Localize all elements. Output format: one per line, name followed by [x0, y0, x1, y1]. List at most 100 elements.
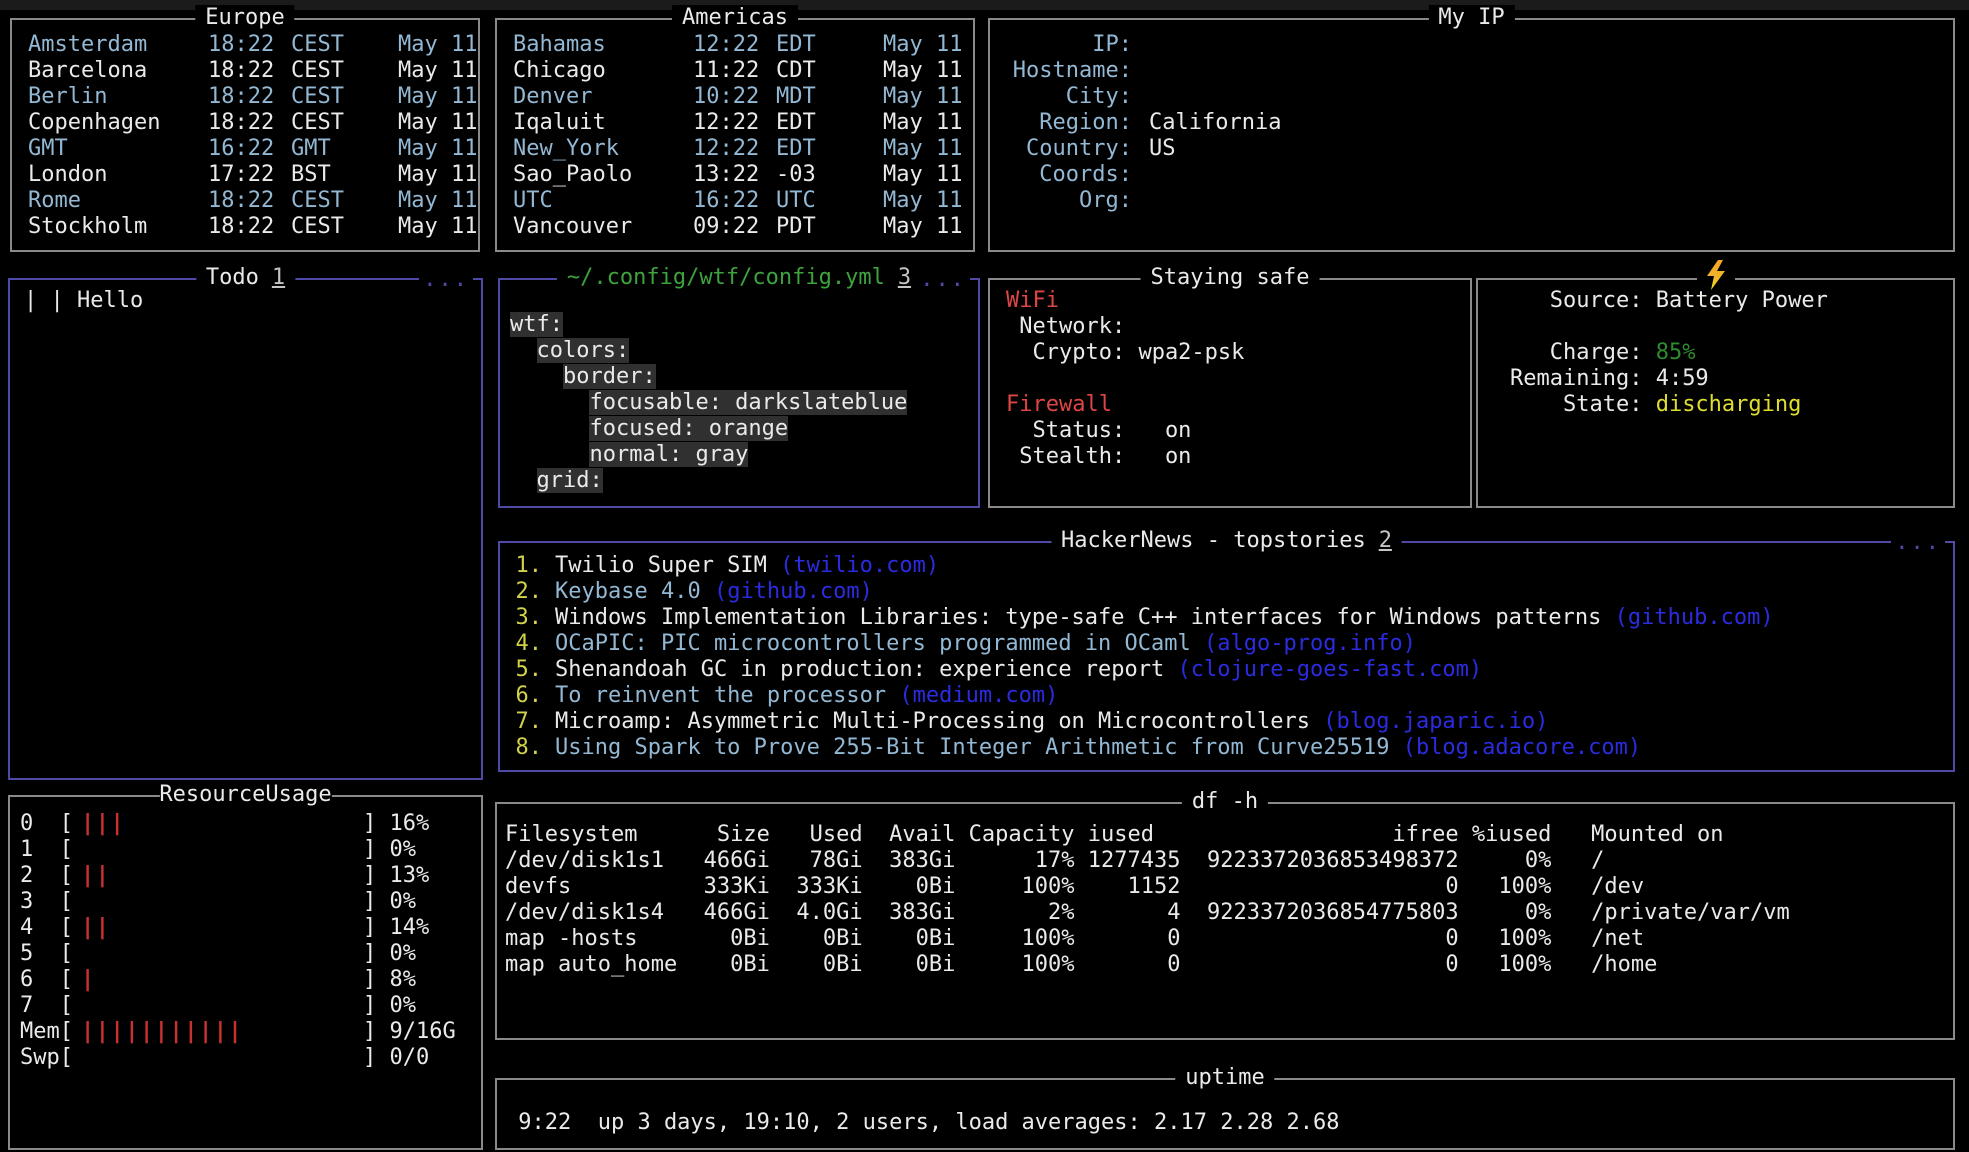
- meter-label: 7 [: [20, 993, 73, 1018]
- story-domain[interactable]: (clojure-goes-fast.com): [1164, 657, 1482, 682]
- config-line: grid:: [510, 468, 978, 494]
- story-domain[interactable]: (twilio.com): [767, 553, 939, 578]
- clock-row: Chicago11:22CDTMay 11: [513, 58, 973, 84]
- story-row[interactable]: 4.OCaPIC: PIC microcontrollers programme…: [514, 631, 1953, 657]
- df-row: map -hosts 0Bi 0Bi 0Bi 100% 0 0 100% /ne…: [505, 926, 1953, 952]
- time-value: 18:22: [208, 110, 291, 136]
- city-label: Barcelona: [28, 58, 208, 84]
- panel-hackernews[interactable]: HackerNews - topstories2 ... 1.Twilio Su…: [498, 541, 1955, 772]
- story-rank: 2.: [514, 579, 542, 605]
- story-row[interactable]: 3.Windows Implementation Libraries: type…: [514, 605, 1953, 631]
- timezone-label: -03: [776, 162, 883, 188]
- story-row[interactable]: 5.Shenandoah GC in production: experienc…: [514, 657, 1953, 683]
- story-title: Windows Implementation Libraries: type-s…: [555, 605, 1601, 630]
- story-domain[interactable]: (algo-prog.info): [1191, 631, 1416, 656]
- field-label: Remaining:: [1510, 366, 1642, 391]
- clock-row: Rome18:22CESTMay 11: [28, 188, 478, 214]
- panel-europe: Europe Amsterdam18:22CESTMay 11 Barcelon…: [10, 18, 480, 252]
- date-value: May 11: [398, 188, 477, 214]
- story-row[interactable]: 1.Twilio Super SIM (twilio.com): [514, 553, 1953, 579]
- security-line: Network:: [1006, 314, 1470, 340]
- time-value: 17:22: [208, 162, 291, 188]
- clock-row: Barcelona18:22CESTMay 11: [28, 58, 478, 84]
- cpu-meter-row: 7 [] 0%: [20, 993, 481, 1019]
- europe-clock-list: Amsterdam18:22CESTMay 11 Barcelona18:22C…: [12, 20, 478, 240]
- hackernews-title: HackerNews - topstories: [1061, 528, 1366, 553]
- clock-row: New_York12:22EDTMay 11: [513, 136, 973, 162]
- config-line: focusable: darkslateblue: [510, 390, 978, 416]
- meter-value: ] 8%: [363, 967, 416, 992]
- story-domain[interactable]: (github.com): [1601, 605, 1773, 630]
- date-value: May 11: [398, 84, 477, 110]
- timezone-label: CEST: [291, 84, 398, 110]
- field-value: discharging: [1642, 392, 1801, 417]
- date-value: May 11: [398, 214, 477, 240]
- meter-bars: |||: [73, 811, 363, 837]
- story-title: Using Spark to Prove 255-Bit Integer Ari…: [555, 735, 1389, 760]
- security-line: Status: on: [1006, 418, 1470, 444]
- panel-disk-usage: df -h Filesystem Size Used Avail Capacit…: [495, 802, 1955, 1040]
- story-row[interactable]: 8. Using Spark to Prove 255-Bit Integer A…: [514, 735, 1953, 761]
- meter-label: Mem[: [20, 1019, 73, 1044]
- field-label: City:: [1010, 84, 1132, 110]
- todo-item[interactable]: | | Hello: [24, 288, 481, 314]
- timezone-label: CEST: [291, 188, 398, 214]
- security-line: Stealth: on: [1006, 444, 1470, 470]
- cpu-meter-row: 3 [] 0%: [20, 889, 481, 915]
- date-value: May 11: [398, 110, 477, 136]
- cpu-meter-row: 6 [|] 8%: [20, 967, 481, 993]
- field-label: Hostname:: [1010, 58, 1132, 84]
- meter-value: ] 14%: [363, 915, 429, 940]
- panel-title: Americas: [672, 5, 798, 31]
- indent: [510, 442, 589, 467]
- meter-bars: ||: [73, 863, 363, 889]
- cpu-meter-row: 4 [||] 14%: [20, 915, 481, 941]
- date-value: May 11: [883, 58, 962, 84]
- yaml-text: colors:: [537, 338, 630, 363]
- meter-value: ] 16%: [363, 811, 429, 836]
- panel-title: uptime: [1175, 1065, 1274, 1091]
- timezone-label: CEST: [291, 214, 398, 240]
- ip-field-row: Coords:: [1010, 162, 1953, 188]
- uptime-title: uptime: [1185, 1065, 1264, 1090]
- story-row[interactable]: 7.Microamp: Asymmetric Multi-Processing …: [514, 709, 1953, 735]
- meter-bars: ||: [73, 915, 363, 941]
- story-domain[interactable]: (blog.japaric.io): [1310, 709, 1548, 734]
- clock-row: Stockholm18:22CESTMay 11: [28, 214, 478, 240]
- story-domain[interactable]: (medium.com): [886, 683, 1058, 708]
- config-line: normal: gray: [510, 442, 978, 468]
- staying-safe-title: Staying safe: [1151, 265, 1310, 290]
- timezone-label: EDT: [776, 110, 883, 136]
- more-indicator: ...: [916, 267, 970, 293]
- battery-row: Source: Battery Power: [1510, 288, 1953, 314]
- story-rank: 8.: [514, 735, 542, 761]
- cpu-meter-row: 5 [] 0%: [20, 941, 481, 967]
- city-label: Vancouver: [513, 214, 693, 240]
- security-line: Firewall: [1006, 392, 1470, 418]
- config-line: wtf:: [510, 312, 978, 338]
- meter-label: 4 [: [20, 915, 73, 940]
- battery-row: [1510, 314, 1953, 340]
- date-value: May 11: [398, 162, 477, 188]
- panel-config-file[interactable]: ~/.config/wtf/config.yml3 ... wtf: color…: [498, 278, 980, 508]
- meter-label: Swp[: [20, 1045, 73, 1070]
- yaml-text: normal: gray: [589, 442, 748, 467]
- panel-todo[interactable]: Todo1 ... | | Hello: [8, 278, 483, 780]
- story-row[interactable]: 6.To reinvent the processor (medium.com): [514, 683, 1953, 709]
- meter-value: ] 0%: [363, 889, 416, 914]
- story-row[interactable]: 2.Keybase 4.0 (github.com): [514, 579, 1953, 605]
- uptime-line: 9:22 up 3 days, 19:10, 2 users, load ave…: [505, 1110, 1953, 1136]
- story-domain[interactable]: (github.com): [701, 579, 873, 604]
- todo-title: Todo: [206, 265, 259, 290]
- city-label: London: [28, 162, 208, 188]
- time-value: 13:22: [693, 162, 776, 188]
- panel-uptime: uptime 9:22 up 3 days, 19:10, 2 users, l…: [495, 1078, 1955, 1150]
- field-value: California: [1149, 110, 1281, 135]
- resource-meters: 0 [|||] 16% 1 [] 0% 2 [||] 13% 3 [] 0% 4…: [10, 797, 481, 1071]
- panel-resource-usage: ResourceUsage 0 [|||] 16% 1 [] 0% 2 [||]…: [8, 795, 483, 1150]
- battery-row: Remaining: 4:59: [1510, 366, 1953, 392]
- battery-row: Charge: 85%: [1510, 340, 1953, 366]
- clock-row: Sao_Paolo13:22-03May 11: [513, 162, 973, 188]
- story-domain[interactable]: (blog.adacore.com): [1389, 735, 1641, 760]
- time-value: 18:22: [208, 84, 291, 110]
